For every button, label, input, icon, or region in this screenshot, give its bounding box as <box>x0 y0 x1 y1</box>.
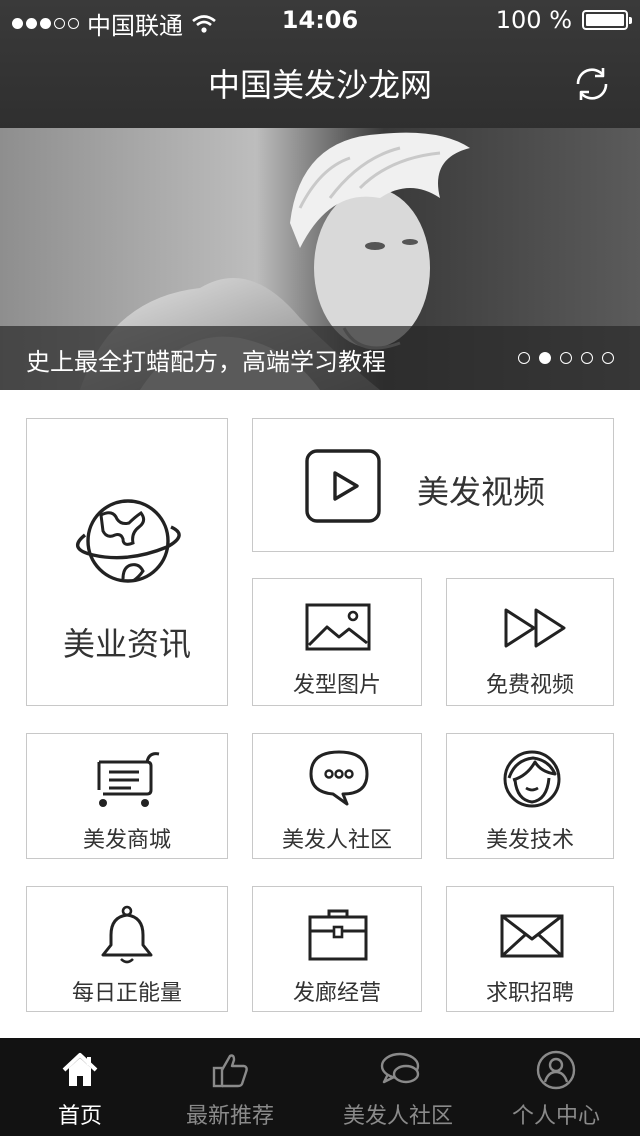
globe-icon <box>75 499 181 583</box>
header: 中国联通 14:06 100 % 中国美发沙龙网 <box>0 0 640 128</box>
tile-photos-label: 发型图片 <box>292 673 381 698</box>
banner-carousel[interactable]: 史上最全打蜡配方，高端学习教程 <box>0 128 640 390</box>
tile-energy[interactable]: 每日正能量 <box>26 886 228 1012</box>
tile-tech-label: 美发技术 <box>485 828 574 853</box>
bell-icon <box>101 905 153 964</box>
tile-photos[interactable]: 发型图片 <box>252 578 422 706</box>
battery-icon <box>582 10 632 30</box>
tab-profile-label: 个人中心 <box>511 1104 600 1129</box>
home-icon <box>62 1053 98 1086</box>
tile-video[interactable]: 美发视频 <box>252 418 614 552</box>
tab-home-label: 首页 <box>57 1104 102 1129</box>
pager-dot[interactable] <box>602 352 614 364</box>
tab-community-label: 美发人社区 <box>342 1104 453 1129</box>
tab-community[interactable]: 美发人社区 <box>318 1038 478 1136</box>
banner-pager[interactable] <box>518 352 614 364</box>
chat-bubble-icon <box>309 750 369 806</box>
status-bar: 中国联通 14:06 100 % <box>0 0 640 40</box>
battery-percent: 100 % <box>495 6 572 34</box>
tab-profile[interactable]: 个人中心 <box>476 1038 636 1136</box>
pager-dot[interactable] <box>581 352 593 364</box>
tile-news[interactable]: 美业资讯 <box>26 418 228 706</box>
tile-tech[interactable]: 美发技术 <box>446 733 614 859</box>
briefcase-icon <box>308 909 368 961</box>
tile-community-label: 美发人社区 <box>281 828 392 853</box>
tile-community[interactable]: 美发人社区 <box>252 733 422 859</box>
pager-dot-active[interactable] <box>539 352 551 364</box>
tile-free-video[interactable]: 免费视频 <box>446 578 614 706</box>
fast-forward-icon <box>504 608 566 648</box>
image-icon <box>305 603 371 651</box>
woman-face-icon <box>503 750 561 808</box>
pager-dot[interactable] <box>518 352 530 364</box>
tile-energy-label: 每日正能量 <box>71 981 182 1006</box>
tab-bar: 首页 最新推荐 美发人社区 个人中心 <box>0 1038 640 1136</box>
banner-caption: 史上最全打蜡配方，高端学习教程 <box>26 348 386 376</box>
cart-icon <box>97 752 160 807</box>
tab-recommend[interactable]: 最新推荐 <box>150 1038 310 1136</box>
tile-jobs[interactable]: 求职招聘 <box>446 886 614 1012</box>
tile-mall-label: 美发商城 <box>82 828 171 853</box>
user-icon <box>536 1050 576 1090</box>
envelope-icon <box>500 914 564 958</box>
tile-news-label: 美业资讯 <box>62 625 191 663</box>
tab-recommend-label: 最新推荐 <box>185 1104 274 1129</box>
tile-free-video-label: 免费视频 <box>485 673 574 698</box>
tile-video-label: 美发视频 <box>417 473 546 511</box>
tile-mall[interactable]: 美发商城 <box>26 733 228 859</box>
tile-jobs-label: 求职招聘 <box>485 981 574 1006</box>
thumbs-up-icon <box>212 1054 248 1088</box>
pager-dot[interactable] <box>560 352 572 364</box>
tile-business-label: 发廊经营 <box>292 981 381 1006</box>
tab-home[interactable]: 首页 <box>0 1038 160 1136</box>
tile-business[interactable]: 发廊经营 <box>252 886 422 1012</box>
chat-bubbles-icon <box>380 1052 420 1084</box>
play-icon <box>305 449 381 523</box>
page-title: 中国美发沙龙网 <box>207 66 432 104</box>
refresh-icon[interactable] <box>572 64 612 104</box>
banner-caption-bar: 史上最全打蜡配方，高端学习教程 <box>0 326 640 390</box>
